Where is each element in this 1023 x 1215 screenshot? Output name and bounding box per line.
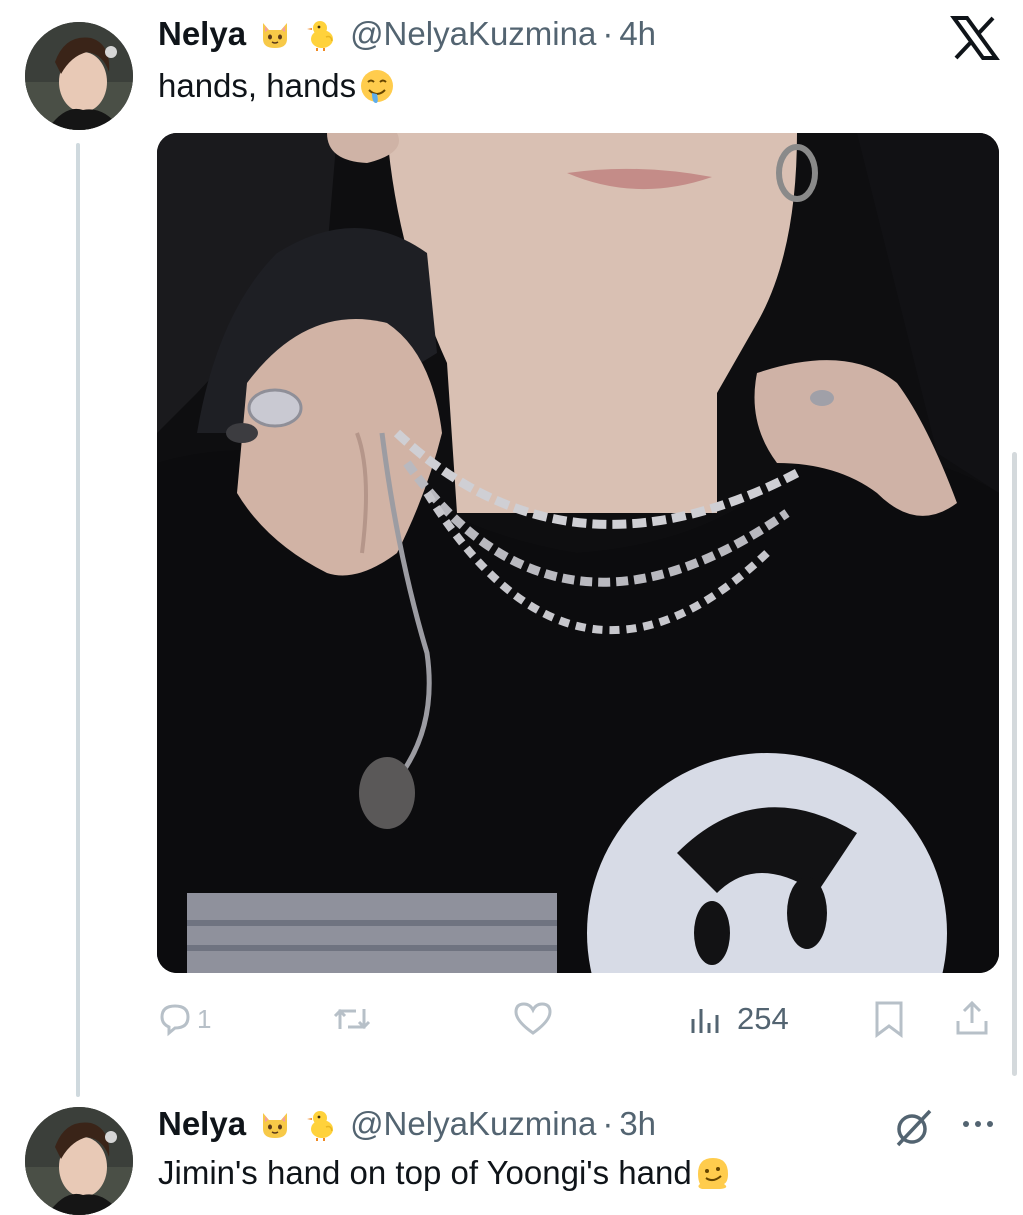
cat-face-emoji	[258, 17, 292, 51]
tweet-image[interactable]	[157, 133, 999, 973]
cat-face-emoji	[258, 1107, 292, 1141]
heart-icon	[514, 1002, 552, 1035]
tweet-text-content: Jimin's hand on top of Yoongi's hand	[158, 1154, 692, 1191]
tweet-header: Nelya @NelyaKuzmina · 4h	[158, 14, 656, 54]
display-name[interactable]: Nelya	[158, 1105, 246, 1143]
views-icon	[691, 1009, 719, 1033]
drooling-face-emoji	[358, 67, 396, 105]
views-button[interactable]: 254	[689, 996, 789, 1042]
tweet-text-content: hands, hands	[158, 67, 357, 104]
separator-dot: ·	[602, 15, 614, 52]
timestamp[interactable]: 4h	[619, 15, 656, 53]
user-handle[interactable]: @NelyaKuzmina	[350, 15, 596, 53]
retweet-icon	[333, 1008, 371, 1030]
avatar[interactable]	[25, 22, 133, 130]
melting-face-emoji	[694, 1154, 732, 1192]
share-icon	[956, 1000, 988, 1035]
scrollbar[interactable]	[1012, 452, 1017, 1076]
bookmark-button[interactable]	[872, 996, 906, 1042]
thread-connector-line	[76, 143, 80, 1097]
views-count: 254	[737, 1001, 789, 1036]
bookmark-icon	[875, 1001, 903, 1038]
x-logo-icon[interactable]	[950, 16, 1000, 60]
baby-chick-emoji	[304, 1107, 338, 1141]
more-dots-icon[interactable]	[958, 1114, 998, 1134]
like-button[interactable]	[512, 996, 560, 1042]
display-name[interactable]: Nelya	[158, 15, 246, 53]
reply-button[interactable]: 1	[157, 996, 211, 1042]
tweet-header: Nelya @NelyaKuzmina · 3h	[158, 1104, 656, 1144]
user-handle[interactable]: @NelyaKuzmina	[350, 1105, 596, 1143]
reply-icon	[160, 1004, 190, 1037]
baby-chick-emoji	[304, 17, 338, 51]
tweet-text: Jimin's hand on top of Yoongi's hand	[158, 1153, 732, 1193]
reply-count: 1	[197, 1003, 212, 1034]
grok-icon[interactable]	[892, 1105, 936, 1149]
timestamp[interactable]: 3h	[619, 1105, 656, 1143]
separator-dot: ·	[602, 1105, 614, 1142]
tweet-actions: 1 254	[157, 996, 999, 1042]
retweet-button[interactable]	[332, 996, 378, 1042]
share-button[interactable]	[952, 996, 992, 1042]
tweet-text: hands, hands	[158, 66, 396, 106]
